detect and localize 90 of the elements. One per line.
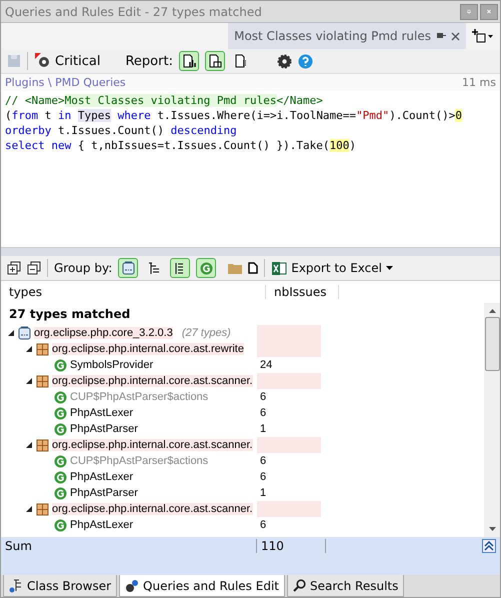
collapse-arrow-icon[interactable]: [25, 441, 33, 449]
class-browser-icon: [9, 578, 23, 592]
double-chevron-up-icon: [484, 541, 494, 551]
collapse-arrow-icon[interactable]: [25, 345, 33, 353]
issue-count: 6: [259, 518, 268, 533]
class-icon: [54, 454, 67, 468]
chart-document-icon: [182, 54, 196, 68]
namespace-icon: [36, 502, 49, 516]
close-button[interactable]: [480, 4, 498, 20]
type-name: PhpAstParser: [70, 423, 138, 435]
expand-all-icon[interactable]: [7, 261, 21, 275]
issue-count: 6: [259, 390, 268, 405]
window-title: Queries and Rules Edit - 27 types matched: [5, 4, 263, 18]
breadcrumb-link[interactable]: Plugins \ PMD Queries: [5, 76, 126, 89]
assembly-name: org.eclipse.php.core_3.2.0.3: [34, 327, 173, 339]
pin-icon[interactable]: [436, 32, 446, 40]
type-name: PhpAstLexer: [70, 519, 133, 531]
scroll-up-icon[interactable]: [488, 309, 496, 313]
class-icon: [54, 358, 67, 372]
collapse-arrow-icon[interactable]: [25, 377, 33, 385]
issue-count: 1: [259, 486, 268, 501]
group-list-button[interactable]: [170, 258, 190, 278]
namespace-name: org.eclipse.php.internal.core.ast.rewrite: [52, 343, 244, 355]
panel-tab[interactable]: Class Browser: [3, 575, 118, 597]
add-window-icon: [472, 29, 494, 43]
namespace-icon: [36, 438, 49, 452]
class-icon: [54, 422, 67, 436]
type-name: CUP$PhpAstParser$actions: [70, 391, 208, 403]
dropdown-caret-icon: [386, 266, 393, 270]
issue-count: 24: [259, 358, 274, 373]
sum-label: Sum: [5, 539, 32, 553]
issue-count: 6: [259, 454, 268, 469]
type-name: PhpAstLexer: [70, 407, 133, 419]
class-icon: [54, 518, 67, 532]
class-icon: [54, 470, 67, 484]
issue-count: 1: [259, 422, 268, 437]
panel-tab[interactable]: Queries and Rules Edit: [119, 575, 285, 597]
file-icon[interactable]: [248, 262, 258, 274]
assembly-icon: [18, 326, 31, 340]
search-icon: [292, 579, 306, 592]
group-by-label: Group by:: [54, 261, 112, 275]
collapse-panel-button[interactable]: [482, 539, 496, 553]
query-tab[interactable]: Most Classes violating Pmd rules: [228, 23, 466, 49]
tree-icon: [148, 262, 160, 274]
export-excel-button[interactable]: Export to Excel: [271, 258, 394, 278]
issue-count: 6: [259, 470, 268, 485]
group-type-button[interactable]: [196, 258, 216, 278]
column-header[interactable]: types: [1, 285, 266, 299]
collapse-arrow-icon[interactable]: [7, 329, 15, 337]
result-summary: 27 types matched: [9, 307, 130, 321]
type-count: (27 types): [182, 327, 231, 339]
help-icon[interactable]: [298, 54, 313, 68]
class-icon: [200, 262, 213, 274]
type-name: SymbolsProvider: [70, 359, 154, 371]
group-assembly-button[interactable]: [118, 258, 138, 278]
assembly-icon: [122, 261, 135, 275]
grid-document-icon: [234, 54, 248, 68]
query-duration: 11 ms: [462, 76, 496, 89]
report-chart-button[interactable]: [178, 51, 199, 71]
namespace-name: org.eclipse.php.internal.core.ast.scanner.: [52, 439, 253, 451]
scrollbar-thumb[interactable]: [484, 317, 500, 371]
class-icon: [54, 406, 67, 420]
pin-button[interactable]: [460, 4, 478, 20]
sum-value: 110: [261, 539, 284, 553]
namespace-name: org.eclipse.php.internal.core.ast.scanner.: [52, 503, 253, 515]
type-name: CUP$PhpAstParser$actions: [70, 455, 208, 467]
query-tab-label: Most Classes violating Pmd rules: [234, 29, 431, 43]
type-name: PhpAstParser: [70, 487, 138, 499]
report-export-button[interactable]: [204, 51, 225, 71]
scroll-down-icon[interactable]: [488, 527, 496, 531]
close-icon[interactable]: [451, 32, 460, 40]
column-header[interactable]: nbIssues: [266, 285, 339, 299]
collapse-arrow-icon[interactable]: [25, 505, 33, 513]
vertical-scrollbar[interactable]: [484, 303, 500, 537]
namespace-icon: [36, 374, 49, 388]
issue-count: 6: [259, 406, 268, 421]
class-icon: [54, 486, 67, 500]
settings-icon[interactable]: [276, 54, 292, 68]
list-icon: [175, 262, 186, 274]
document-icon: [208, 54, 222, 68]
type-name: PhpAstLexer: [70, 471, 133, 483]
namespace-icon: [36, 342, 49, 356]
collapse-all-icon[interactable]: [27, 261, 41, 275]
panel-tab[interactable]: Search Results: [286, 575, 404, 597]
close-icon: [487, 7, 491, 16]
severity-button[interactable]: Critical: [34, 51, 102, 71]
class-icon: [54, 390, 67, 404]
namespace-name: org.eclipse.php.internal.core.ast.scanner.: [52, 375, 253, 387]
spreadsheet-icon: [272, 260, 288, 276]
report-label: Report:: [125, 54, 173, 68]
